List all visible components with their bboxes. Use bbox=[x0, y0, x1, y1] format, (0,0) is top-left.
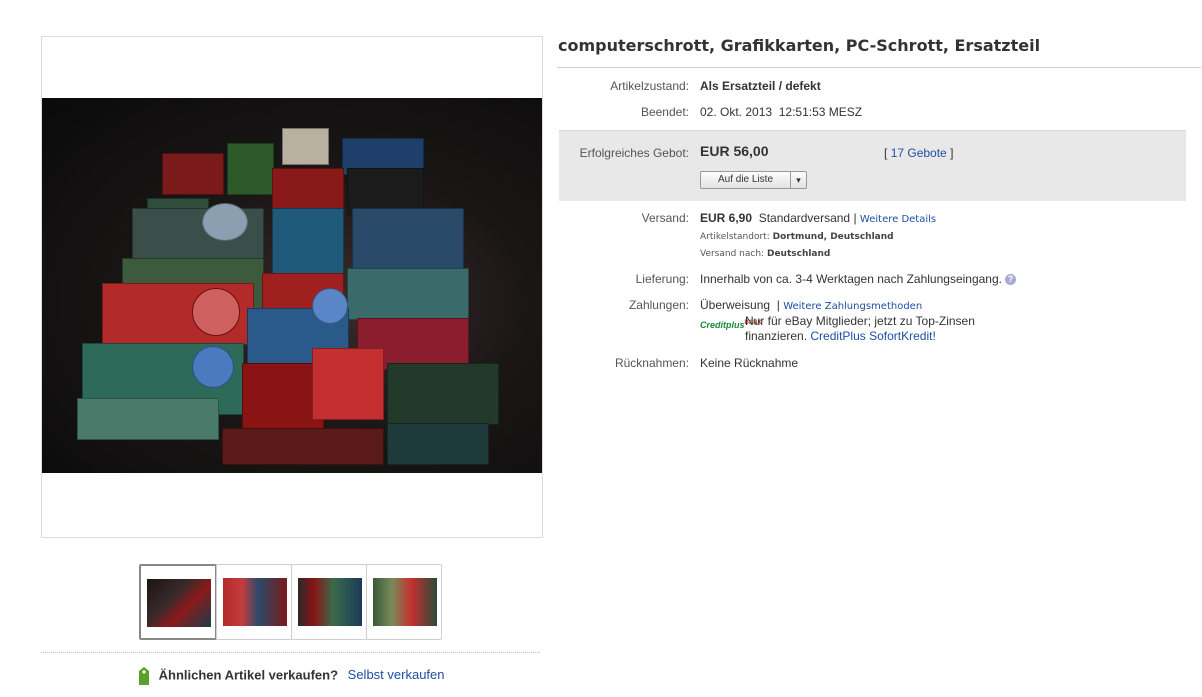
sell-yourself-link[interactable]: Selbst verkaufen bbox=[348, 667, 445, 682]
listing-title: computerschrott, Grafikkarten, PC-Schrot… bbox=[558, 36, 1041, 55]
sell-question: Ähnlichen Artikel verkaufen? bbox=[158, 667, 339, 683]
location-value: Dortmund, Deutschland bbox=[772, 232, 894, 242]
credit-offer-line1: Nur für eBay Mitglieder; jetzt zu Top-Zi… bbox=[745, 314, 975, 328]
bracket-close: ] bbox=[950, 146, 954, 160]
bid-panel bbox=[559, 130, 1186, 201]
bracket-open: [ bbox=[884, 146, 888, 160]
credit-offer-line2: finanzieren. bbox=[745, 329, 808, 343]
bid-count: [ 17 Gebote ] bbox=[884, 146, 953, 160]
shipping-method: Standardversand bbox=[758, 211, 851, 225]
ended-time: 12:51:53 MESZ bbox=[778, 105, 863, 119]
help-icon[interactable]: ? bbox=[1004, 274, 1016, 286]
creditplus-logo-text: Creditplus bbox=[700, 320, 745, 330]
chevron-down-icon[interactable]: ▾ bbox=[790, 172, 806, 188]
condition-value: Als Ersatzteil / defekt bbox=[700, 79, 821, 93]
item-location: Artikelstandort: Dortmund, Deutschland bbox=[700, 232, 894, 242]
thumbnail-4[interactable] bbox=[366, 564, 442, 640]
ended-date: 02. Okt. 2013 bbox=[700, 105, 773, 119]
ships-to-label: Versand nach: bbox=[700, 249, 765, 259]
bid-history-link[interactable]: 17 Gebote bbox=[891, 146, 947, 160]
tag-icon bbox=[139, 667, 149, 685]
shipping-value: EUR 6,90 Standardversand | Weitere Detai… bbox=[700, 211, 936, 225]
shipping-details-link[interactable]: Weitere Details bbox=[860, 214, 936, 225]
returns-label: Rücknahmen: bbox=[614, 356, 689, 370]
divider bbox=[41, 652, 540, 653]
shipping-price: EUR 6,90 bbox=[700, 211, 753, 225]
delivery-value: Innerhalb von ca. 3-4 Werktagen nach Zah… bbox=[700, 272, 1016, 286]
thumbnail-2[interactable] bbox=[216, 564, 292, 640]
watchlist-label: Auf die Liste bbox=[717, 174, 774, 185]
returns-value: Keine Rücknahme bbox=[700, 356, 799, 370]
credit-offer: Nur für eBay Mitglieder; jetzt zu Top-Zi… bbox=[745, 314, 975, 344]
more-payment-methods-link[interactable]: Weitere Zahlungsmethoden bbox=[783, 301, 922, 312]
payment-value: Überweisung | Weitere Zahlungsmethoden bbox=[700, 298, 922, 312]
ships-to: Versand nach: Deutschland bbox=[700, 249, 830, 259]
creditplus-link[interactable]: CreditPlus SofortKredit! bbox=[810, 329, 935, 343]
payment-sep: | bbox=[776, 298, 780, 312]
main-product-photo[interactable] bbox=[42, 98, 542, 473]
add-to-watchlist-button[interactable]: Auf die Liste ▾ bbox=[700, 171, 807, 189]
ended-value: 02. Okt. 2013 12:51:53 MESZ bbox=[700, 105, 862, 119]
thumbnail-3[interactable] bbox=[291, 564, 367, 640]
shipping-sep: | bbox=[853, 211, 857, 225]
ended-label: Beendet: bbox=[640, 105, 689, 119]
location-label: Artikelstandort: bbox=[700, 232, 770, 242]
shipping-label: Versand: bbox=[641, 211, 689, 225]
bid-price: EUR 56,00 bbox=[700, 143, 769, 159]
payment-label: Zahlungen: bbox=[628, 298, 689, 312]
ships-to-value: Deutschland bbox=[766, 249, 831, 259]
condition-label: Artikelzustand: bbox=[610, 79, 689, 93]
payment-method: Überweisung bbox=[700, 298, 771, 312]
title-divider bbox=[557, 67, 1201, 68]
delivery-label: Lieferung: bbox=[635, 272, 689, 286]
bid-label: Erfolgreiches Gebot: bbox=[579, 146, 689, 160]
delivery-text: Innerhalb von ca. 3-4 Werktagen nach Zah… bbox=[700, 272, 1002, 286]
sell-similar: Ähnlichen Artikel verkaufen? Selbst verk… bbox=[137, 666, 445, 686]
thumbnail-1[interactable] bbox=[139, 564, 217, 640]
